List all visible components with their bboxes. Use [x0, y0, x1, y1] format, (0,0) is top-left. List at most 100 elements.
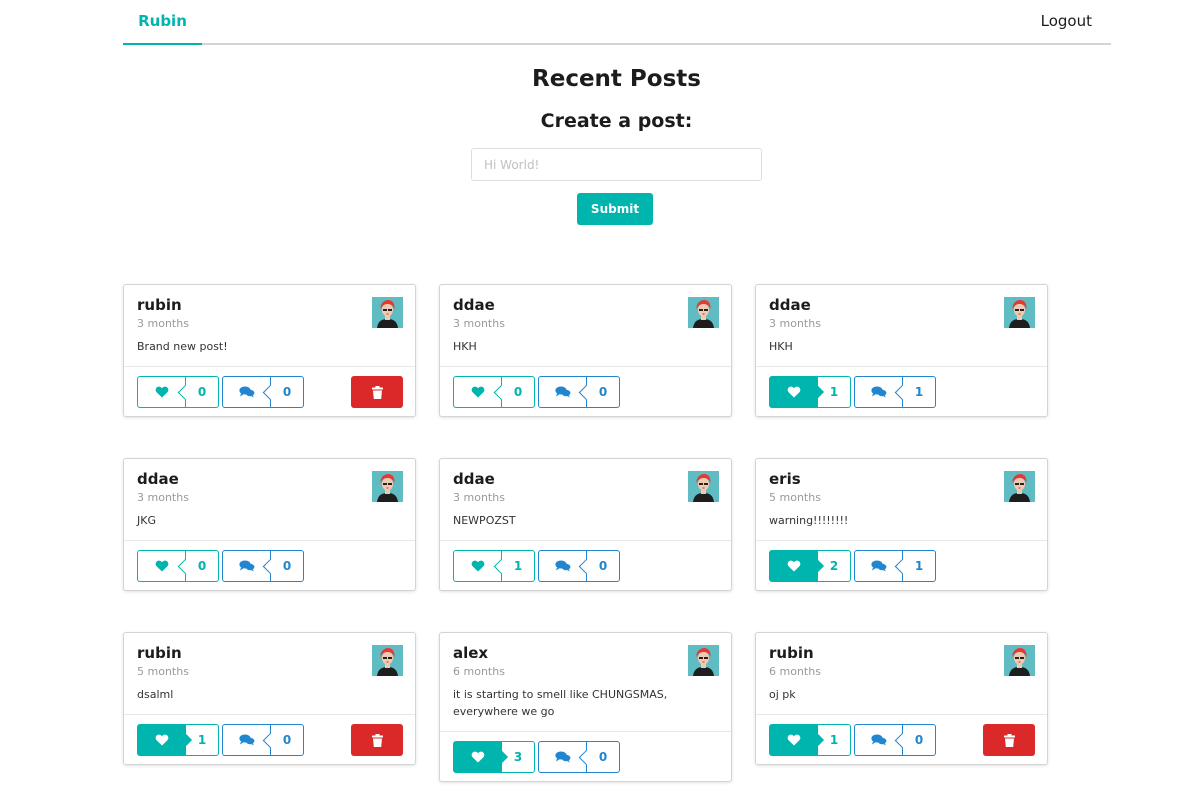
heart-icon: [155, 734, 169, 746]
post-card: eris 5 months warning!!!!!!!! 2 1: [755, 458, 1048, 591]
avatar: [688, 297, 719, 328]
post-actions: 00: [124, 540, 415, 590]
post-time: 6 months: [453, 665, 505, 678]
like-count: 1: [817, 376, 851, 408]
comment-count: 0: [270, 550, 304, 582]
post-author: ddae: [453, 470, 495, 488]
comments-icon: [554, 751, 571, 763]
top-menu: Rubin Logout: [123, 0, 1111, 45]
avatar: [372, 297, 403, 328]
comment-button[interactable]: 0: [222, 550, 304, 582]
submit-button[interactable]: Submit: [577, 193, 653, 225]
create-post-heading: Create a post:: [540, 110, 693, 132]
like-button[interactable]: 0: [137, 550, 219, 582]
post-actions: 21: [756, 540, 1047, 590]
comment-count: 0: [902, 724, 936, 756]
post-content: ddae 3 months JKG: [124, 459, 415, 540]
like-button[interactable]: 1: [769, 724, 851, 756]
like-button[interactable]: 2: [769, 550, 851, 582]
nav-item-home[interactable]: Rubin: [123, 0, 202, 45]
like-button[interactable]: 1: [137, 724, 219, 756]
heart-icon: [155, 386, 169, 398]
delete-button[interactable]: [351, 724, 403, 756]
comments-icon: [870, 560, 887, 572]
post-card: ddae 3 months JKG 0 0: [123, 458, 416, 591]
post-text: warning!!!!!!!!: [769, 514, 849, 527]
like-count: 1: [817, 724, 851, 756]
comments-icon: [554, 560, 571, 572]
post-text: oj pk: [769, 688, 796, 701]
avatar: [688, 471, 719, 502]
post-actions: 10: [756, 714, 1047, 764]
comment-count: 0: [270, 724, 304, 756]
heart-icon: [787, 386, 801, 398]
post-actions: 11: [756, 366, 1047, 416]
post-time: 3 months: [769, 317, 821, 330]
comment-count: 1: [902, 376, 936, 408]
comment-button[interactable]: 1: [854, 376, 936, 408]
like-count: 2: [817, 550, 851, 582]
delete-button[interactable]: [351, 376, 403, 408]
comment-button[interactable]: 1: [854, 550, 936, 582]
comments-icon: [554, 386, 571, 398]
heart-icon: [471, 751, 485, 763]
post-time: 3 months: [137, 317, 189, 330]
avatar: [1004, 645, 1035, 676]
post-author: rubin: [137, 296, 182, 314]
post-content: rubin 5 months dsalml: [124, 633, 415, 714]
post-input[interactable]: [471, 148, 762, 181]
post-actions: 00: [440, 366, 731, 416]
comment-button[interactable]: 0: [538, 741, 620, 773]
post-time: 5 months: [769, 491, 821, 504]
post-content: ddae 3 months HKH: [756, 285, 1047, 366]
post-text: HKH: [769, 340, 793, 353]
post-time: 3 months: [453, 317, 505, 330]
post-content: rubin 3 months Brand new post!: [124, 285, 415, 366]
post-text: JKG: [137, 514, 156, 527]
comment-count: 1: [902, 550, 936, 582]
avatar: [372, 645, 403, 676]
post-author: rubin: [769, 644, 814, 662]
post-author: rubin: [137, 644, 182, 662]
post-actions: 10: [440, 540, 731, 590]
comment-button[interactable]: 0: [538, 376, 620, 408]
trash-icon: [371, 733, 383, 747]
like-count: 1: [501, 550, 535, 582]
trash-icon: [371, 385, 383, 399]
page-title: Recent Posts: [532, 66, 701, 92]
like-button[interactable]: 0: [137, 376, 219, 408]
logout-link[interactable]: Logout: [1041, 0, 1092, 45]
post-author: eris: [769, 470, 801, 488]
like-count: 0: [185, 550, 219, 582]
post-content: rubin 6 months oj pk: [756, 633, 1047, 714]
post-content: ddae 3 months HKH: [440, 285, 731, 366]
like-count: 0: [501, 376, 535, 408]
delete-button[interactable]: [983, 724, 1035, 756]
like-button[interactable]: 1: [453, 550, 535, 582]
comments-icon: [238, 386, 255, 398]
like-button[interactable]: 0: [453, 376, 535, 408]
like-count: 0: [185, 376, 219, 408]
comment-count: 0: [586, 741, 620, 773]
comment-button[interactable]: 0: [222, 724, 304, 756]
post-card: ddae 3 months HKH 1 1: [755, 284, 1048, 417]
post-author: ddae: [453, 296, 495, 314]
post-text: dsalml: [137, 688, 174, 701]
like-button[interactable]: 3: [453, 741, 535, 773]
avatar: [372, 471, 403, 502]
comments-icon: [238, 560, 255, 572]
post-author: alex: [453, 644, 489, 662]
post-actions: 30: [440, 731, 731, 781]
post-card: ddae 3 months HKH 0 0: [439, 284, 732, 417]
comment-button[interactable]: 0: [222, 376, 304, 408]
like-count: 3: [501, 741, 535, 773]
comment-button[interactable]: 0: [538, 550, 620, 582]
post-author: ddae: [137, 470, 179, 488]
like-button[interactable]: 1: [769, 376, 851, 408]
post-actions: 10: [124, 714, 415, 764]
post-card: rubin 6 months oj pk 1 0: [755, 632, 1048, 765]
heart-icon: [471, 560, 485, 572]
heart-icon: [471, 386, 485, 398]
comment-button[interactable]: 0: [854, 724, 936, 756]
post-time: 5 months: [137, 665, 189, 678]
